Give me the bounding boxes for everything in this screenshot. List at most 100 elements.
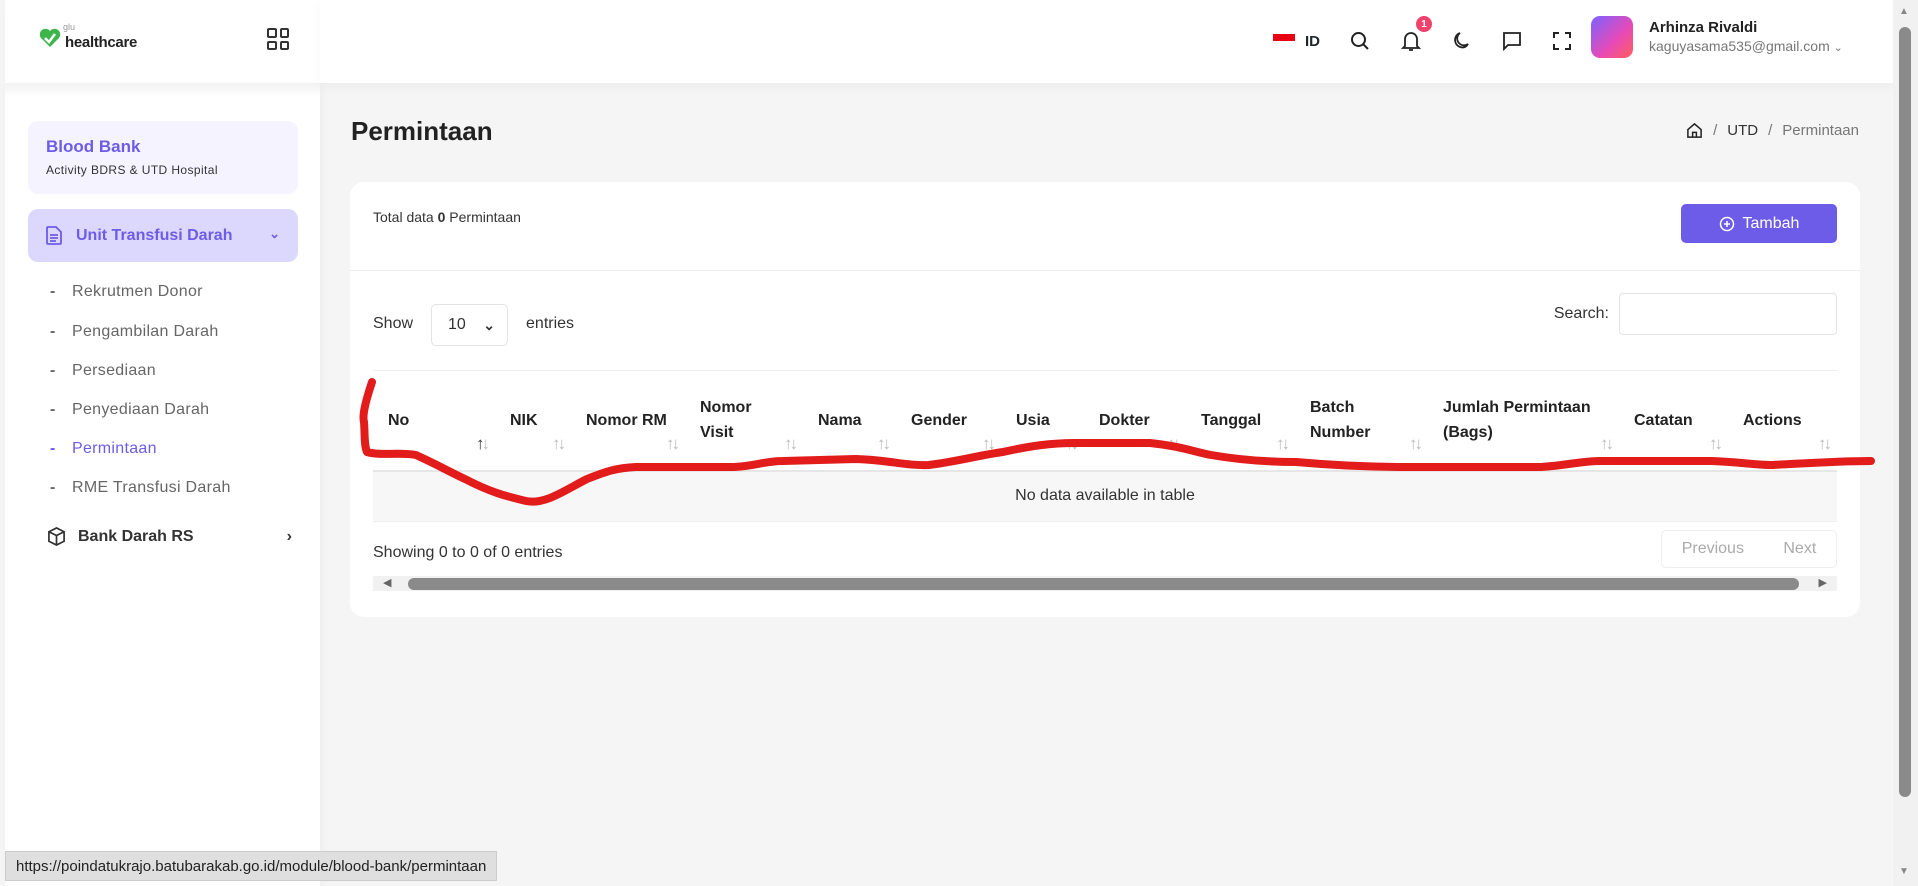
user-name[interactable]: Arhinza Rivaldi xyxy=(1649,19,1757,36)
permintaan-card: Total data 0 Permintaan Tambah Show 10 ⌄ … xyxy=(350,182,1860,617)
sort-icon[interactable]: ↑↓ xyxy=(1167,431,1181,456)
column-header-label: Tanggal xyxy=(1201,411,1262,429)
sidebar-group-utd[interactable]: Unit Transfusi Darah ⌄ xyxy=(28,209,298,262)
column-header-label: Usia xyxy=(1016,411,1050,429)
sort-icon[interactable]: ↑↓ xyxy=(1065,431,1079,456)
sidebar-separator xyxy=(5,83,320,97)
pagination: Previous Next xyxy=(1661,530,1837,568)
entries-label: entries xyxy=(526,315,575,332)
language-code: ID xyxy=(1305,32,1320,50)
sidebar-item-label: RME Transfusi Darah xyxy=(72,479,231,496)
sidebar-group-label: Bank Darah RS xyxy=(78,527,194,545)
previous-button[interactable]: Previous xyxy=(1682,540,1744,558)
entries-value: 10 xyxy=(448,316,466,333)
sidebar-group-label: Unit Transfusi Darah xyxy=(76,226,233,244)
divider xyxy=(350,270,1860,271)
scroll-left-arrow-icon[interactable]: ◀ xyxy=(383,576,391,589)
avatar[interactable] xyxy=(1591,16,1633,58)
sidebar-item-rekrutmen-donor[interactable]: - Rekrutmen Donor xyxy=(50,283,203,301)
column-header-nomor-rm[interactable]: Nomor RM ↑↓ xyxy=(571,371,685,471)
breadcrumb-separator: / xyxy=(1713,122,1718,139)
sort-icon[interactable]: ↑↓ xyxy=(552,431,566,456)
column-header-no[interactable]: No ↑↓ xyxy=(373,371,495,471)
empty-message: No data available in table xyxy=(373,470,1837,522)
sort-icon[interactable]: ↑↓ xyxy=(982,431,996,456)
entries-length: Show 10 ⌄ entries xyxy=(373,302,574,346)
apps-grid-icon[interactable] xyxy=(267,28,289,50)
sort-icon[interactable]: ↑↓ xyxy=(666,431,680,456)
column-header-nik[interactable]: NIK ↑↓ xyxy=(495,371,571,471)
scrollbar-thumb[interactable] xyxy=(408,578,1799,590)
column-header-label: Catatan xyxy=(1634,411,1693,429)
sidebar-item-label: Rekrutmen Donor xyxy=(72,283,203,300)
box-icon xyxy=(48,527,65,546)
plus-circle-icon xyxy=(1719,216,1734,231)
scroll-right-arrow-icon[interactable]: ▶ xyxy=(1819,576,1827,589)
sort-icon[interactable]: ↑↓ xyxy=(1409,431,1423,456)
module-title: Blood Bank xyxy=(46,137,141,156)
column-header-label: Nomor RM xyxy=(586,411,667,429)
column-header-batch-number[interactable]: Batch Number ↑↓ xyxy=(1295,371,1428,471)
chat-icon[interactable] xyxy=(1497,26,1527,56)
column-header-label: Gender xyxy=(911,411,968,429)
dark-mode-moon-icon[interactable] xyxy=(1446,26,1476,56)
search-input[interactable] xyxy=(1619,293,1837,335)
sidebar-item-pengambilan-darah[interactable]: - Pengambilan Darah xyxy=(50,323,219,341)
column-header-actions[interactable]: Actions ↑↓ xyxy=(1728,371,1837,471)
scroll-up-arrow-icon[interactable]: ▲ xyxy=(1899,6,1909,17)
sidebar-item-label: Permintaan xyxy=(72,440,157,457)
sort-icon[interactable]: ↑↓ xyxy=(1276,431,1290,456)
column-header-label: Nomor Visit xyxy=(700,399,752,442)
sidebar-item-label: Pengambilan Darah xyxy=(72,323,219,340)
add-button-label: Tambah xyxy=(1742,214,1800,232)
breadcrumb-current: Permintaan xyxy=(1782,122,1859,139)
search-icon[interactable] xyxy=(1345,26,1375,56)
sort-icon[interactable]: ↑↓ xyxy=(877,431,891,456)
sort-icon[interactable]: ↑↓ xyxy=(1818,431,1832,456)
home-icon[interactable] xyxy=(1686,122,1703,139)
table-row-empty: No data available in table xyxy=(373,470,1837,522)
column-header-tanggal[interactable]: Tanggal ↑↓ xyxy=(1186,371,1295,471)
topbar: ID 1 Arhinza Rivaldi kaguyasama535@gmail… xyxy=(320,0,1893,83)
search-label: Search: xyxy=(1553,305,1609,322)
sidebar-item-persediaan[interactable]: - Persediaan xyxy=(50,362,156,380)
sidebar-item-rme-transfusi-darah[interactable]: - RME Transfusi Darah xyxy=(50,479,231,497)
vertical-scrollbar[interactable]: ▲ ▼ xyxy=(1893,0,1918,886)
language-selector[interactable]: ID xyxy=(1273,26,1320,56)
scrollbar-thumb[interactable] xyxy=(1899,27,1911,797)
column-header-nomor-visit[interactable]: Nomor Visit ↑↓ xyxy=(685,371,803,471)
column-header-jumlah-permintaan-bags[interactable]: Jumlah Permintaan (Bags) ↑↓ xyxy=(1428,371,1619,471)
total-suffix: Permintaan xyxy=(449,209,521,225)
column-header-gender[interactable]: Gender ↑↓ xyxy=(896,371,1001,471)
logo[interactable]: glu healthcare xyxy=(39,22,137,51)
entries-select[interactable]: 10 ⌄ xyxy=(431,304,509,346)
sidebar-item-penyediaan-darah[interactable]: - Penyediaan Darah xyxy=(50,401,209,419)
module-subtitle: Activity BDRS & UTD Hospital xyxy=(46,163,218,177)
sort-icon[interactable]: ↑↓ xyxy=(784,431,798,456)
chevron-down-icon: ⌄ xyxy=(269,226,280,241)
show-label: Show xyxy=(373,315,414,332)
column-header-usia[interactable]: Usia ↑↓ xyxy=(1001,371,1084,471)
sort-icon[interactable]: ↑↓ xyxy=(1709,431,1723,456)
sidebar-item-permintaan[interactable]: - Permintaan xyxy=(50,440,157,458)
column-header-label: Nama xyxy=(818,411,862,429)
total-count: 0 xyxy=(437,209,446,225)
add-button[interactable]: Tambah xyxy=(1681,204,1837,243)
column-header-label: NIK xyxy=(510,411,538,429)
permintaan-table: No ↑↓ NIK ↑↓ Nomor RM ↑↓ Nomor Visit ↑↓ Nama ↑↓ Ge… xyxy=(373,370,1837,522)
horizontal-scrollbar[interactable]: ◀ ▶ xyxy=(373,576,1837,591)
fullscreen-icon[interactable] xyxy=(1547,26,1577,56)
next-button[interactable]: Next xyxy=(1783,540,1816,558)
logo-small: glu xyxy=(63,22,76,32)
column-header-dokter[interactable]: Dokter ↑↓ xyxy=(1084,371,1186,471)
sort-icon[interactable]: ↑↓ xyxy=(1600,431,1614,456)
scroll-down-arrow-icon[interactable]: ▼ xyxy=(1899,866,1909,877)
column-header-catatan[interactable]: Catatan ↑↓ xyxy=(1619,371,1728,471)
user-email[interactable]: kaguyasama535@gmail.com ⌄ xyxy=(1649,38,1843,54)
heart-check-icon xyxy=(39,28,61,47)
sidebar-group-bank-darah-rs[interactable]: Bank Darah RS › xyxy=(47,527,292,546)
breadcrumb-utd[interactable]: UTD xyxy=(1727,122,1758,139)
sort-icon[interactable]: ↑↓ xyxy=(476,431,490,456)
column-header-nama[interactable]: Nama ↑↓ xyxy=(803,371,896,471)
notification-bell-icon[interactable]: 1 xyxy=(1396,16,1432,56)
